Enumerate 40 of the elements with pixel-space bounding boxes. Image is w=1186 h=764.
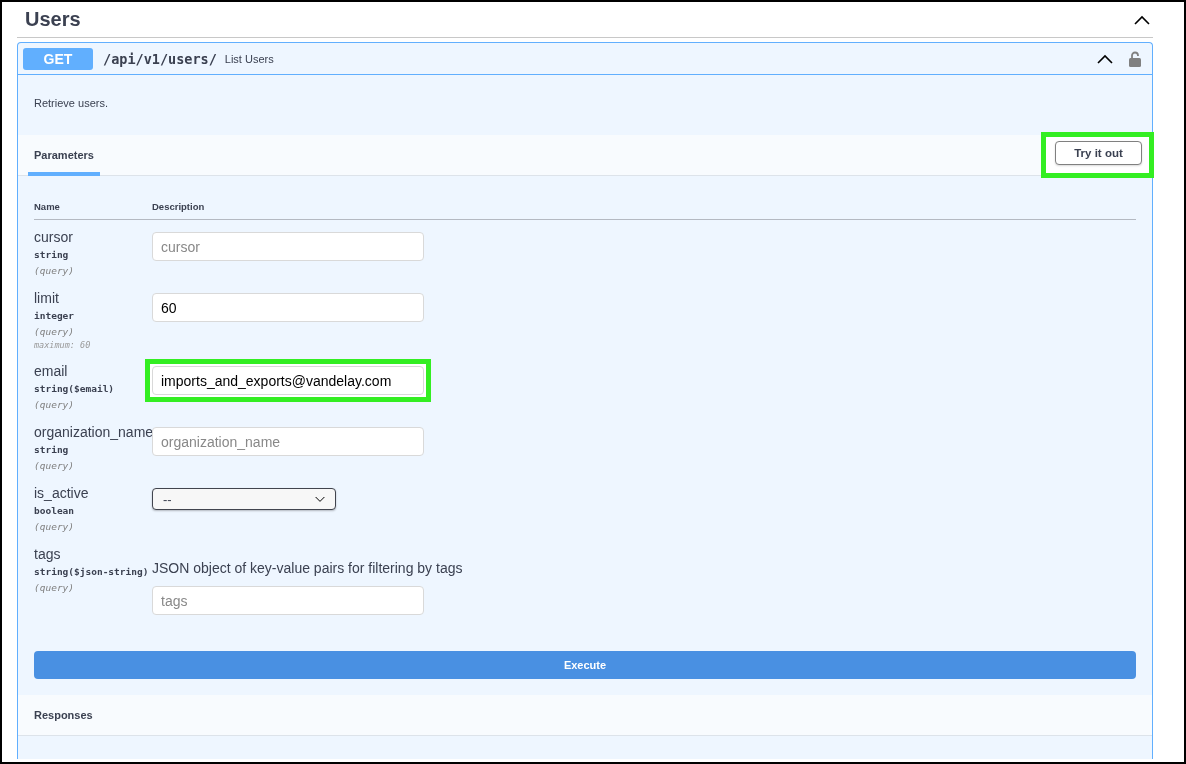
parameter-location: (query) [34,398,76,412]
try-it-out-button[interactable]: Try it out [1055,141,1142,165]
responses-heading: Responses [34,709,93,721]
chevron-up-icon[interactable] [1134,14,1150,25]
parameter-constraint: maximum: 60 [34,339,92,351]
column-header: Description [152,201,205,212]
input-field[interactable]: tags [152,586,424,615]
parameter-type: integer [34,309,76,323]
parameter-type: string [34,443,70,457]
lock-icon[interactable] [1129,50,1141,67]
parameter-type: string [34,248,70,262]
parameter-name: email [34,363,69,380]
section-title: Users [25,8,81,31]
endpoint-summary: List Users [224,52,275,65]
parameter-name: cursor [34,229,74,246]
parameter-name: limit [34,290,60,307]
chevron-up-icon[interactable] [1097,53,1113,64]
parameter-name: organization_name [34,424,152,441]
operation-description: Retrieve users. [33,96,109,111]
dropdown[interactable]: -- [152,488,336,510]
parameters-tab[interactable]: Parameters [28,137,100,176]
method-badge: GET [23,47,93,70]
parameter-type: string($json-string) [34,565,150,579]
chevron-down-icon[interactable] [315,495,325,503]
column-header: Name [34,201,61,212]
parameter-type: boolean [34,504,76,518]
parameter-name: is_active [34,485,90,502]
input-field[interactable]: 60 [152,293,424,322]
parameter-type: string($email) [34,382,116,396]
endpoint-path[interactable]: /api/v1/users/ [103,50,217,67]
parameter-location: (query) [34,520,76,534]
parameter-location: (query) [34,264,76,278]
parameter-location: (query) [34,459,76,473]
input-field[interactable]: organization_name [152,427,424,456]
input-field[interactable]: imports_and_exports@vandelay.com [152,366,424,395]
parameter-name: tags [34,546,62,563]
parameter-description: JSON object of key-value pairs for filtering by tags [152,559,464,577]
parameter-location: (query) [34,325,76,339]
input-field[interactable]: cursor [152,232,424,261]
parameter-location: (query) [34,581,76,595]
